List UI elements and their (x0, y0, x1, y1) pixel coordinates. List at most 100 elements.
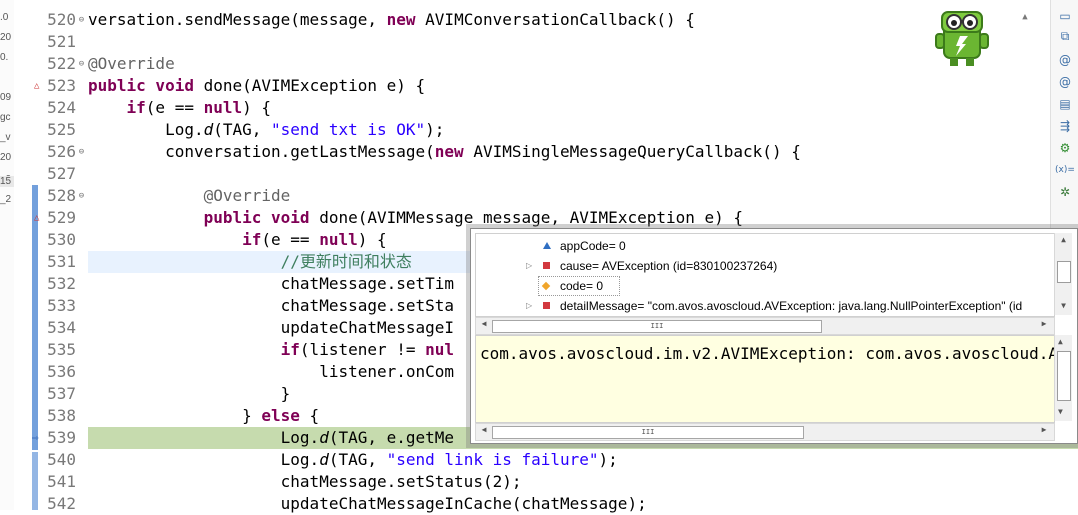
code-line[interactable]: versation.sendMessage(message, new AVIMC… (88, 9, 695, 31)
code-line[interactable]: @Override (88, 53, 175, 75)
tree-vertical-scrollbar[interactable]: ▲ ▼ (1054, 233, 1072, 315)
scroll-thumb[interactable]: III (492, 320, 822, 333)
fold-toggle-icon[interactable]: ⊖ (77, 53, 86, 75)
fold-toggle-icon[interactable]: ⊖ (77, 141, 86, 163)
code-line[interactable]: Log.d(TAG, e.getMe (88, 427, 454, 449)
at-icon[interactable]: @ (1057, 52, 1073, 68)
scroll-down-arrow-icon[interactable]: ▼ (1058, 301, 1069, 310)
code-token: (TAG, (328, 450, 387, 469)
variable-row[interactable]: code= 0 (476, 276, 1054, 296)
breakpoints-icon[interactable]: ✲ (1057, 184, 1073, 200)
expand-arrow-icon[interactable]: ▷ (526, 296, 536, 316)
javadoc-icon[interactable]: @ (1057, 74, 1073, 90)
package-explorer-strip: .0200.09gc_v20_015_2 (0, 0, 15, 510)
code-line[interactable]: Log.d(TAG, "send txt is OK"); (88, 119, 444, 141)
scroll-left-arrow-icon[interactable]: ◀ (478, 319, 490, 328)
code-token: done(AVIMException e) { (193, 76, 426, 95)
scroll-down-arrow-icon[interactable]: ▼ (1058, 407, 1063, 416)
hierarchy-icon[interactable]: ⇶ (1057, 118, 1073, 134)
line-number: 538 (47, 406, 76, 425)
right-view-toolbar: ▭ ⧉ @ @ ▤ ⇶ ⚙ (x)= ✲ (1050, 0, 1078, 230)
code-line[interactable]: //更新时间和状态 (88, 251, 412, 273)
detail-horizontal-scrollbar[interactable]: ◀ III ▶ (475, 423, 1055, 441)
line-number: 530 (47, 230, 76, 249)
variable-row[interactable]: ▷ detailMessage= "com.avos.avoscloud.AVEx… (476, 296, 1054, 316)
line-number: 536 (47, 362, 76, 381)
line-number: 526 (47, 142, 76, 161)
scroll-thumb[interactable] (1057, 261, 1071, 283)
private-field-icon (543, 262, 550, 269)
code-line[interactable]: conversation.getLastMessage(new AVIMSing… (88, 141, 801, 163)
code-line[interactable]: } (88, 383, 291, 405)
code-line[interactable]: chatMessage.setStatus(2); (88, 471, 522, 493)
code-line[interactable]: if(e == null) { (88, 97, 272, 119)
detail-pane[interactable]: com.avos.avoscloud.im.v2.AVIMException: … (475, 335, 1055, 423)
scroll-right-arrow-icon[interactable]: ▶ (1038, 425, 1050, 434)
code-token: chatMessage.setTim (88, 274, 455, 293)
scroll-left-arrow-icon[interactable]: ◀ (478, 425, 490, 434)
line-number: 527 (47, 164, 76, 183)
code-line[interactable]: chatMessage.setSta (88, 295, 454, 317)
tree-horizontal-scrollbar[interactable]: ◀ III ▶ (475, 317, 1055, 335)
expand-arrow-icon[interactable]: ▷ (526, 256, 536, 276)
code-line[interactable]: listener.onCom (88, 361, 454, 383)
outline-icon[interactable]: ⧉ (1057, 28, 1073, 44)
explorer-fragment: 15 (0, 176, 14, 187)
fold-toggle-icon[interactable]: ⊖ (77, 9, 86, 31)
code-line[interactable]: } else { (88, 405, 319, 427)
code-token: chatMessage.setStatus(2); (88, 472, 522, 491)
scroll-right-arrow-icon[interactable]: ▶ (1038, 319, 1050, 328)
code-token: (listener != (299, 340, 426, 359)
code-line[interactable]: chatMessage.setTim (88, 273, 454, 295)
detail-text: com.avos.avoscloud.im.v2.AVIMException: … (480, 344, 1054, 363)
override-marker-icon[interactable]: △ (34, 207, 42, 229)
scroll-thumb[interactable] (1057, 351, 1071, 401)
code-line[interactable]: Log.d(TAG, "send link is failure"); (88, 449, 618, 471)
debug-icon[interactable]: ⚙ (1057, 140, 1073, 156)
code-token: ) { (242, 98, 272, 117)
explorer-fragment: gc (0, 112, 11, 123)
scroll-up-arrow-icon[interactable]: ▲ (1058, 235, 1069, 244)
code-line[interactable]: if(e == null) { (88, 229, 387, 251)
code-token: @Override (88, 186, 291, 205)
scroll-up-icon[interactable]: ▲ (1018, 10, 1032, 24)
code-line[interactable]: if(listener != nul (88, 339, 454, 361)
code-token: "send link is failure" (386, 450, 599, 469)
code-token: done(AVIMMessage message, AVIMException … (309, 208, 744, 227)
code-token: AVIMSingleMessageQueryCallback() { (463, 142, 801, 161)
explorer-fragment: 09 (0, 92, 12, 103)
line-number: 524 (47, 98, 76, 117)
instruction-pointer-icon: ⇨ (32, 431, 39, 444)
protected-field-icon (541, 281, 551, 291)
variables-icon[interactable]: (x)= (1055, 162, 1075, 178)
line-number: 532 (47, 274, 76, 293)
code-token: } (88, 406, 262, 425)
scroll-thumb[interactable]: III (492, 426, 804, 439)
code-line[interactable]: @Override (88, 185, 291, 207)
code-line[interactable]: updateChatMessageI (88, 317, 454, 339)
line-number: 531 (47, 252, 76, 271)
fold-toggle-icon[interactable]: ⊖ (77, 185, 86, 207)
code-token: //更新时间和状态 (280, 252, 412, 271)
variable-text: cause= AVException (id=830100237264) (560, 259, 778, 273)
line-number: 533 (47, 296, 76, 315)
code-token: } (88, 384, 291, 403)
code-line[interactable]: public void done(AVIMException e) { (88, 75, 425, 97)
code-token: "send txt is OK" (271, 120, 426, 139)
code-token: AVIMConversationCallback() { (415, 10, 695, 29)
variable-row[interactable]: ▷ cause= AVException (id=830100237264) (476, 256, 1054, 276)
variable-row[interactable]: appCode= 0 (476, 236, 1054, 256)
detail-vertical-scrollbar[interactable]: ▲ ▼ (1054, 335, 1072, 421)
restore-icon[interactable]: ▭ (1057, 8, 1073, 24)
line-number: 529 (47, 208, 76, 227)
console-icon[interactable]: ▤ (1057, 96, 1073, 112)
variable-tree[interactable]: appCode= 0 ▷ cause= AVException (id=830100… (475, 233, 1055, 317)
override-marker-icon[interactable]: △ (34, 75, 42, 97)
code-token: d (203, 120, 214, 139)
code-line[interactable]: updateChatMessageInCache(chatMessage); (88, 493, 647, 515)
scroll-up-arrow-icon[interactable]: ▲ (1058, 337, 1063, 346)
code-line[interactable]: public void done(AVIMMessage message, AV… (88, 207, 743, 229)
